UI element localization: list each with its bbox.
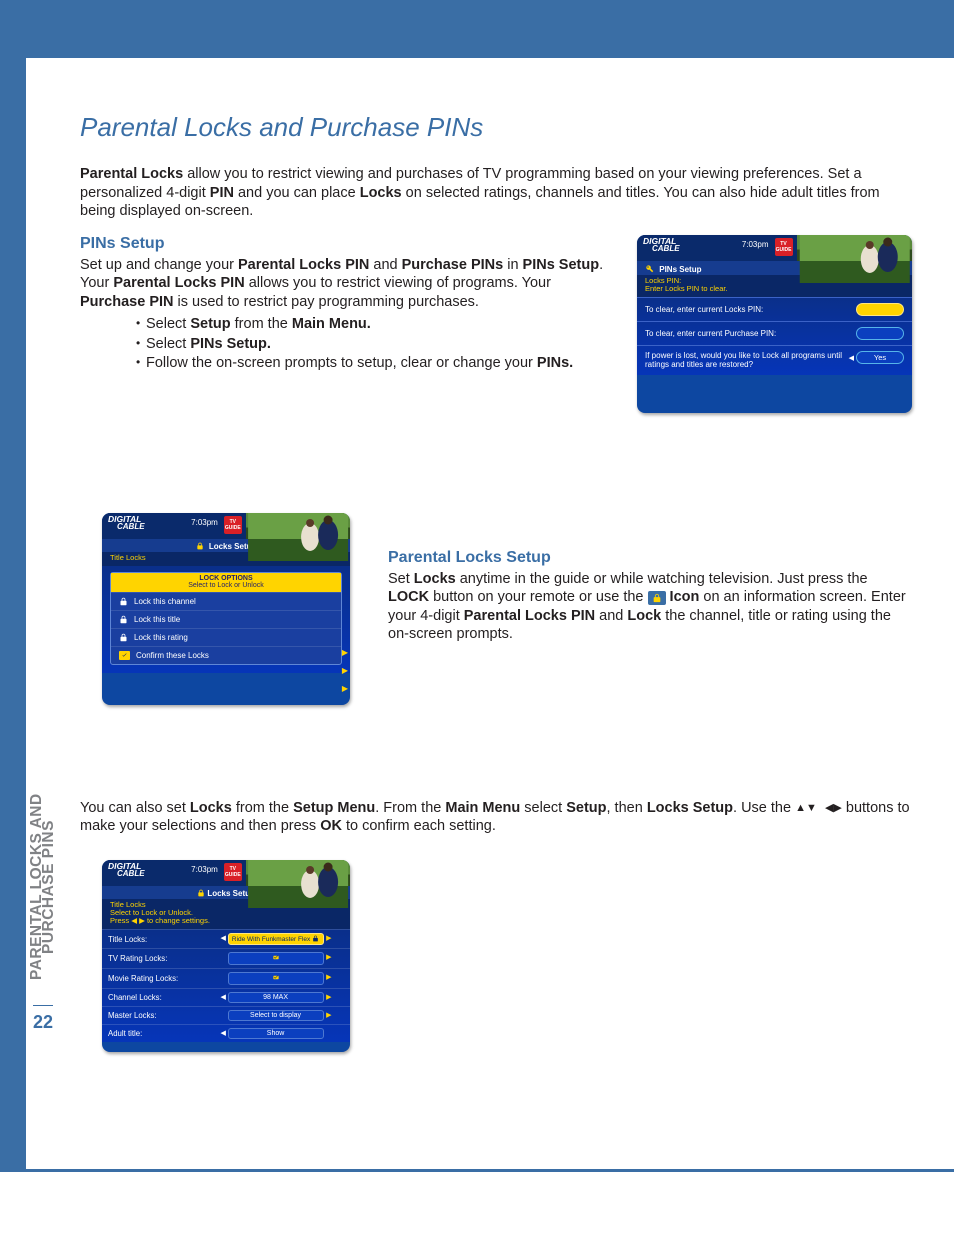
tvguide-icon: TVGUIDE	[224, 516, 242, 534]
tv-rating-row[interactable]: TV Rating Locks:▶	[102, 948, 350, 968]
preview-thumbnail	[797, 235, 913, 261]
master-locks-row[interactable]: Master Locks:Select to display▶	[102, 1006, 350, 1024]
top-banner	[0, 0, 954, 58]
tvguide-icon: TVGUIDE	[775, 238, 793, 256]
list-item: Select Setup from the Main Menu.	[136, 315, 609, 335]
lock-rating-row[interactable]: Lock this rating	[111, 628, 341, 646]
lock-title-row[interactable]: Lock this title	[111, 610, 341, 628]
wrench-icon	[645, 264, 654, 273]
page-number: 22	[31, 1012, 55, 1033]
yes-button[interactable]: Yes	[856, 351, 904, 364]
screenshot-locks-options: DIGITALCABLE 7:03pm TVGUIDE Locks Setup …	[102, 513, 350, 705]
check-icon	[272, 976, 280, 983]
pins-paragraph: Set up and change your Parental Locks PI…	[80, 256, 609, 312]
left-arrow-icon: ◀	[849, 355, 854, 362]
side-tab: PARENTAL LOCKS AND PURCHASE PINS 22	[31, 774, 55, 1057]
pins-bullets: Select Setup from the Main Menu. Select …	[136, 315, 609, 374]
intro-bold-pin: PIN	[210, 185, 234, 201]
row-locks-pin: To clear, enter current Locks PIN:	[645, 305, 763, 314]
left-arrow-icon: ◀	[221, 1029, 226, 1037]
screenshot-pins-setup: DIGITALCABLE 7:03pm TVGUIDE PINs Setup	[637, 235, 912, 413]
tvguide-icon: TVGUIDE	[224, 863, 242, 881]
locks-paragraph: Set Locks anytime in the guide or while …	[388, 570, 912, 644]
left-arrow-icon: ◀	[221, 993, 226, 1001]
lock-icon	[648, 591, 666, 605]
confirm-locks-row[interactable]: Confirm these Locks	[111, 646, 341, 664]
lock-icon	[312, 935, 319, 942]
clock: 7:03pm	[742, 240, 769, 249]
intro-bold-locks: Locks	[360, 185, 402, 201]
also-paragraph: You can also set Locks from the Setup Me…	[80, 799, 912, 836]
updown-arrows-icon: ▲▼	[795, 801, 817, 815]
adult-title-row[interactable]: Adult title:◀Show	[102, 1024, 350, 1042]
row-power-lost: If power is lost, would you like to Lock…	[645, 351, 849, 369]
locks-pin-field[interactable]	[856, 303, 904, 316]
preview-thumbnail	[246, 513, 350, 539]
purchase-pin-field[interactable]	[856, 327, 904, 340]
lock-icon	[196, 542, 204, 550]
pins-heading: PINs Setup	[80, 235, 609, 253]
channel-locks-row[interactable]: Channel Locks:◀98 MAX▶	[102, 988, 350, 1006]
intro-bold-1: Parental Locks	[80, 166, 183, 182]
lock-icon	[197, 889, 205, 898]
leftright-arrows-icon: ◀▶	[825, 801, 842, 815]
intro-paragraph: Parental Locks allow you to restrict vie…	[80, 165, 912, 221]
title-locks-row[interactable]: Title Locks:◀Ride With Funkmaster Flex ▶	[102, 929, 350, 948]
screen-title: PINs Setup	[659, 265, 701, 274]
lock-icon	[119, 597, 128, 606]
check-icon	[272, 956, 280, 963]
locks-heading: Parental Locks Setup	[388, 549, 912, 567]
side-label-line2: PURCHASE PINS	[40, 820, 57, 954]
right-arrow-icon: ▶	[326, 973, 331, 981]
right-arrow-icon: ▶	[326, 993, 331, 1001]
clock: 7:03pm	[191, 518, 218, 527]
preview-thumbnail	[246, 860, 350, 886]
bottom-rule	[0, 1169, 954, 1172]
movie-rating-row[interactable]: Movie Rating Locks:▶	[102, 968, 350, 988]
right-arrow-icon: ▶	[326, 953, 331, 961]
lock-icon	[119, 633, 128, 642]
lock-channel-row[interactable]: Lock this channel	[111, 592, 341, 610]
brand-line2: CABLE	[652, 244, 680, 253]
row-purchase-pin: To clear, enter current Purchase PIN:	[645, 329, 776, 338]
left-stripe	[0, 58, 26, 1170]
list-item: Follow the on-screen prompts to setup, c…	[136, 354, 609, 374]
scroll-arrows: ▶▶▶	[342, 644, 348, 698]
check-icon	[119, 651, 130, 660]
list-item: Select PINs Setup.	[136, 335, 609, 355]
clock: 7:03pm	[191, 865, 218, 874]
right-arrow-icon: ▶	[326, 1011, 331, 1019]
page-title: Parental Locks and Purchase PINs	[80, 112, 912, 143]
lock-icon	[119, 615, 128, 624]
right-arrow-icon: ▶	[326, 934, 331, 942]
screenshot-locks-setup: DIGITALCABLE 7:03pm TVGUIDE Locks Setup …	[102, 860, 350, 1052]
left-arrow-icon: ◀	[221, 934, 226, 942]
